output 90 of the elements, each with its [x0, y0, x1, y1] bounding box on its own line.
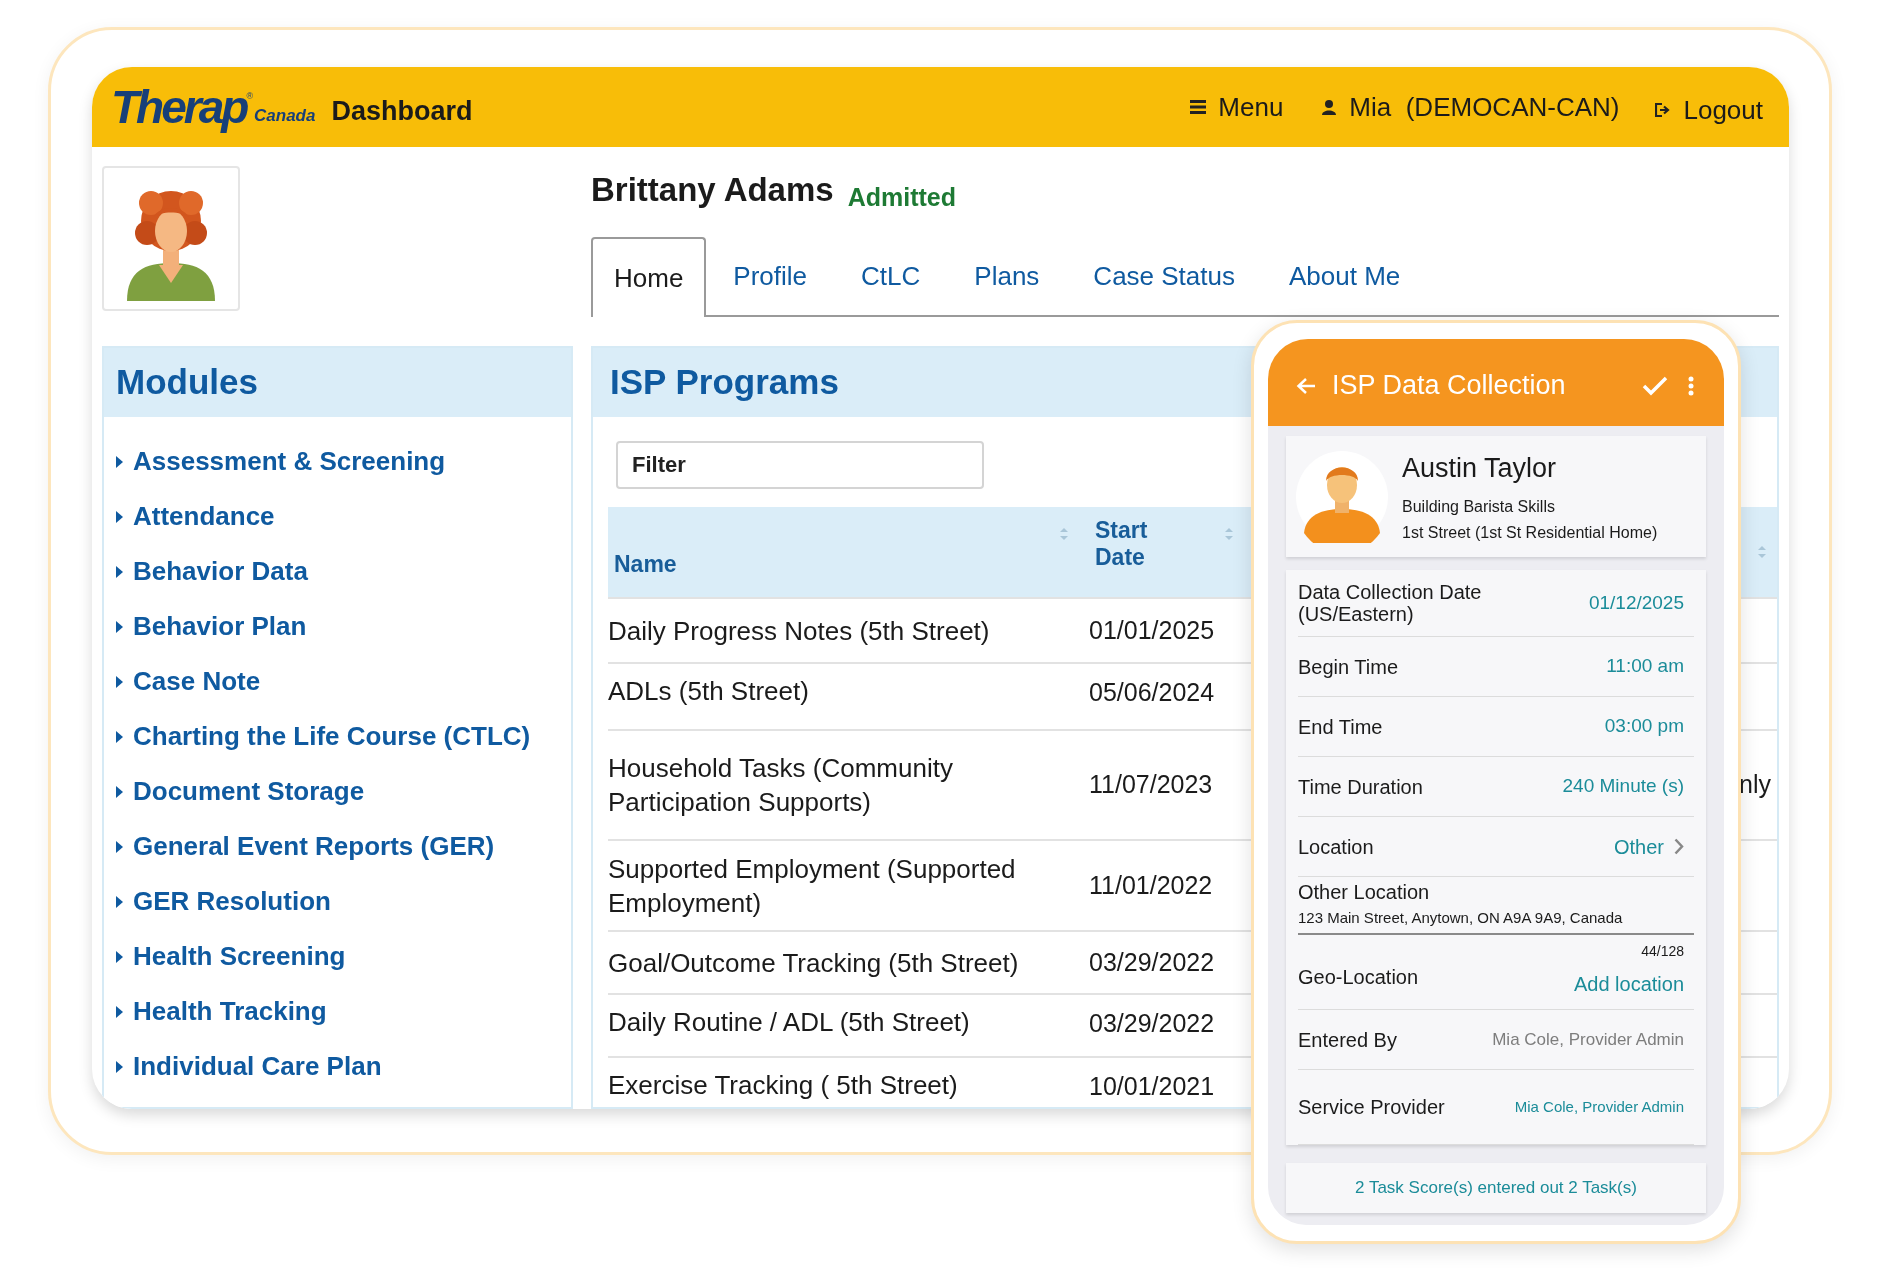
field-value[interactable]: 240 Minute (s)	[1562, 772, 1684, 801]
field-label: End Time	[1298, 715, 1383, 738]
tab[interactable]: Profile	[706, 237, 835, 315]
table-cell-text: ADLs (5th Street)	[608, 675, 809, 708]
app-title: ISP Data Collection	[1332, 369, 1566, 403]
table-cell-text: 10/01/2021	[1089, 1071, 1215, 1102]
user-icon	[1321, 99, 1338, 115]
panel-title: Modules	[116, 361, 258, 404]
sort-icon[interactable]	[1059, 527, 1069, 541]
menu-button[interactable]: Menu	[1190, 87, 1284, 127]
table-cell-text: Goal/Outcome Tracking (5th Street)	[608, 946, 1019, 980]
table-cell-text: Daily Routine / ADL (5th Street)	[608, 1006, 970, 1039]
table-cell-text: 03/29/2022	[1089, 946, 1215, 978]
table-cell-text: 01/01/2025	[1089, 614, 1215, 646]
caret-icon	[116, 950, 123, 963]
module-link[interactable]: General Event Reports (GER)	[116, 819, 571, 874]
module-link[interactable]: Charting the Life Course (CTLC)	[116, 709, 571, 764]
caret-icon	[116, 1005, 123, 1018]
location-select[interactable]: Other	[1613, 831, 1684, 862]
client-name: Brittany Adams	[591, 169, 834, 210]
more-icon[interactable]	[1688, 375, 1694, 396]
table-cell-text: Daily Progress Notes (5th Street)	[608, 614, 990, 648]
field-value[interactable]: 11:00 am	[1606, 652, 1684, 681]
field-value[interactable]: Mia Cole, Provider Admin	[1514, 1095, 1684, 1119]
location-input[interactable]: 123 Main Street, Anytown, ON A9A 9A9, Canada	[1298, 906, 1684, 930]
module-link[interactable]: Individual Care Plan	[116, 1039, 571, 1094]
module-link[interactable]: Behavior Data	[116, 544, 571, 599]
column-header[interactable]: Start Date	[1095, 517, 1165, 597]
table-cell-text: 11/07/2023	[1089, 769, 1213, 801]
page-title: Dashboard	[331, 94, 473, 128]
module-link[interactable]: Case Note	[116, 654, 571, 709]
task-summary: 2 Task Score(s) entered out 2 Task(s)	[1355, 1177, 1637, 1200]
module-link[interactable]: Document Storage	[116, 764, 571, 819]
column-header[interactable]: Name	[614, 546, 677, 581]
status-label: Admitted	[847, 181, 956, 213]
table-cell-text: 05/06/2024	[1089, 677, 1215, 708]
caret-icon	[116, 565, 123, 578]
table-cell-text: Supported Employment (Supported Employment)	[608, 852, 1017, 920]
field-value[interactable]: 03:00 pm	[1604, 712, 1684, 741]
tab[interactable]: Case Status	[1066, 237, 1262, 315]
filter-field[interactable]: Filter	[616, 441, 984, 489]
caret-icon	[116, 840, 123, 853]
field-label: Location	[1298, 835, 1374, 858]
menu-icon	[1190, 100, 1207, 114]
tab[interactable]: Plans	[947, 237, 1067, 315]
table-cell-text: 03/29/2022	[1089, 1008, 1215, 1039]
field-label: Begin Time	[1298, 655, 1399, 678]
tab[interactable]: About Me	[1262, 237, 1428, 315]
table-cell-text: Exercise Tracking ( 5th Street)	[608, 1069, 958, 1102]
check-icon[interactable]	[1642, 375, 1668, 396]
field-label: Other Location	[1298, 880, 1431, 903]
table-cell-text: Household Tasks (Community Participation Supports)	[608, 752, 954, 819]
field-label: Geo-Location	[1298, 966, 1419, 988]
field-label: Time Duration	[1298, 775, 1423, 798]
program-name: Building Barista Skills	[1402, 496, 1556, 517]
field-label: Service Provider	[1298, 1096, 1445, 1118]
residence-label: 1st Street (1st St Residential Home)	[1402, 522, 1658, 543]
logout-button[interactable]: Logout	[1655, 90, 1763, 130]
tab[interactable]: Home	[591, 237, 707, 317]
caret-icon	[116, 455, 123, 468]
module-link[interactable]: Attendance	[116, 489, 571, 544]
module-link[interactable]: GER Resolution	[116, 874, 571, 929]
caret-icon	[116, 785, 123, 798]
module-link[interactable]: Assessment & Screening	[116, 434, 571, 489]
module-link[interactable]: Health Screening	[116, 929, 571, 984]
logout-icon	[1655, 103, 1672, 117]
chevron-right-icon	[1674, 838, 1684, 855]
field-label: Data Collection Date (US/Eastern)	[1298, 581, 1483, 625]
caret-icon	[116, 1060, 123, 1073]
module-link[interactable]: Behavior Plan	[116, 599, 571, 654]
person-name: Austin Taylor	[1402, 452, 1558, 486]
panel-title: ISP Programs	[610, 361, 839, 404]
table-cell-text: 11/01/2022	[1089, 869, 1213, 901]
user-menu[interactable]: Mia (DEMOCAN-CAN)	[1321, 87, 1620, 127]
character-counter: 44/128	[1641, 942, 1684, 961]
caret-icon	[116, 730, 123, 743]
caret-icon	[116, 620, 123, 633]
module-link[interactable]: Health Tracking	[116, 984, 571, 1039]
back-arrow-icon[interactable]	[1296, 376, 1316, 395]
sort-icon[interactable]	[1757, 545, 1767, 559]
field-label: Entered By	[1298, 1028, 1397, 1051]
add-location-link[interactable]: Add location	[1573, 969, 1684, 999]
caret-icon	[116, 510, 123, 523]
caret-icon	[116, 675, 123, 688]
sort-icon[interactable]	[1224, 527, 1234, 541]
table-cell-text: nly	[1739, 769, 1771, 801]
field-value: Mia Cole, Provider Admin	[1492, 1028, 1684, 1051]
field-value[interactable]: 01/12/2025	[1588, 588, 1684, 618]
tab[interactable]: CtLC	[834, 237, 948, 315]
caret-icon	[116, 895, 123, 908]
